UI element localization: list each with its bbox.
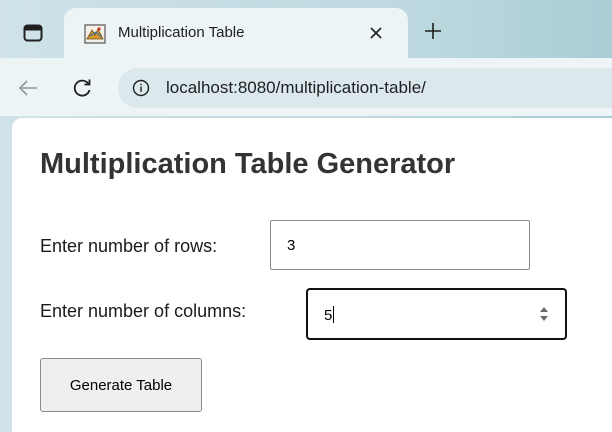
rows-label: Enter number of rows: [40,236,218,256]
browser-toolbar: localhost:8080/multiplication-table/ [0,58,612,116]
columns-input[interactable]: 5 [306,288,567,340]
rows-input[interactable]: 3 [270,220,530,270]
tab-multiplication-table[interactable]: Multiplication Table [64,8,408,58]
rows-input-value: 3 [287,237,296,254]
close-icon[interactable] [364,21,388,45]
tab-strip: Multiplication Table [0,0,612,58]
favicon-icon [84,24,106,44]
text-caret [333,306,335,323]
columns-label: Enter number of columns: [40,301,247,321]
page-title: Multiplication Table Generator [40,148,456,180]
back-arrow-icon[interactable] [14,74,42,102]
url-text: localhost:8080/multiplication-table/ [166,78,426,97]
tab-title: Multiplication Table [118,24,245,41]
info-icon[interactable] [132,79,150,97]
plus-icon[interactable] [416,14,450,48]
spinner-icon[interactable] [539,304,549,324]
columns-input-value: 5 [324,307,333,324]
tab-switcher-icon[interactable] [22,22,44,44]
page-content: Multiplication Table Generator Enter num… [12,118,612,432]
generate-table-button[interactable]: Generate Table [40,358,202,412]
reload-icon[interactable] [68,74,96,102]
address-bar[interactable]: localhost:8080/multiplication-table/ [118,68,612,108]
browser-window: Multiplication Table localhost:8080/mult… [0,0,612,432]
